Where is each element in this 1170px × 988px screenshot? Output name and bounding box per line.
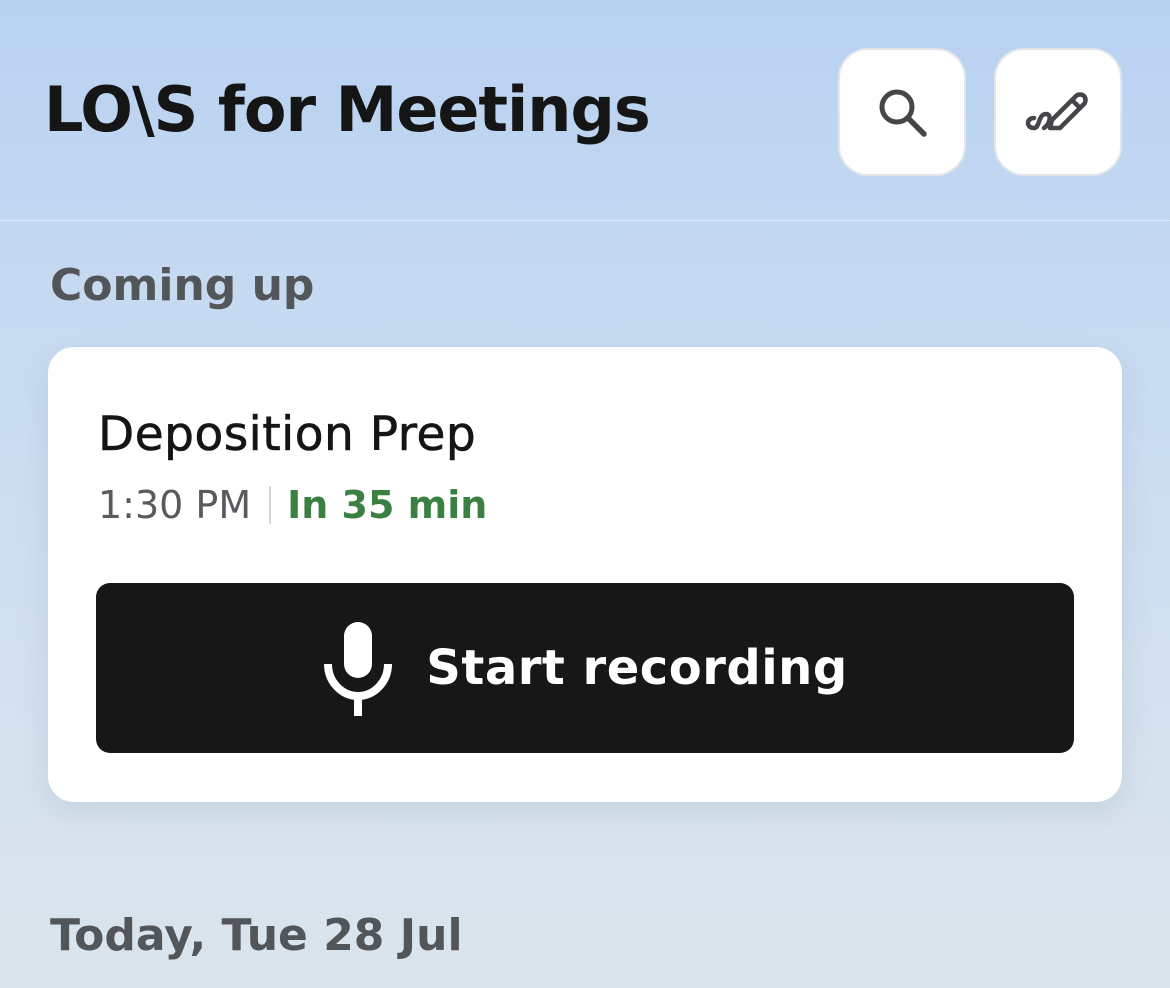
app-header: LO\S for Meetings (0, 0, 1170, 221)
microphone-icon (324, 622, 393, 716)
search-icon (879, 89, 927, 137)
meeting-time: 1:30 PM (98, 483, 252, 527)
upcoming-meeting-card[interactable]: Deposition Prep 1:30 PM In 35 min Start … (48, 347, 1122, 802)
compose-pen-icon (1025, 92, 1088, 131)
meeting-countdown: In 35 min (287, 483, 488, 527)
meta-divider (269, 486, 272, 524)
coming-up-heading: Coming up (50, 260, 315, 311)
meeting-meta: 1:30 PM In 35 min (98, 481, 487, 529)
start-recording-label: Start recording (426, 640, 848, 696)
meeting-title: Deposition Prep (98, 407, 477, 463)
start-recording-button[interactable]: Start recording (96, 583, 1074, 753)
compose-button[interactable] (994, 48, 1122, 176)
search-button[interactable] (838, 48, 966, 176)
today-heading: Today, Tue 28 Jul (50, 910, 463, 961)
app-logo: LO\S for Meetings (44, 73, 651, 146)
